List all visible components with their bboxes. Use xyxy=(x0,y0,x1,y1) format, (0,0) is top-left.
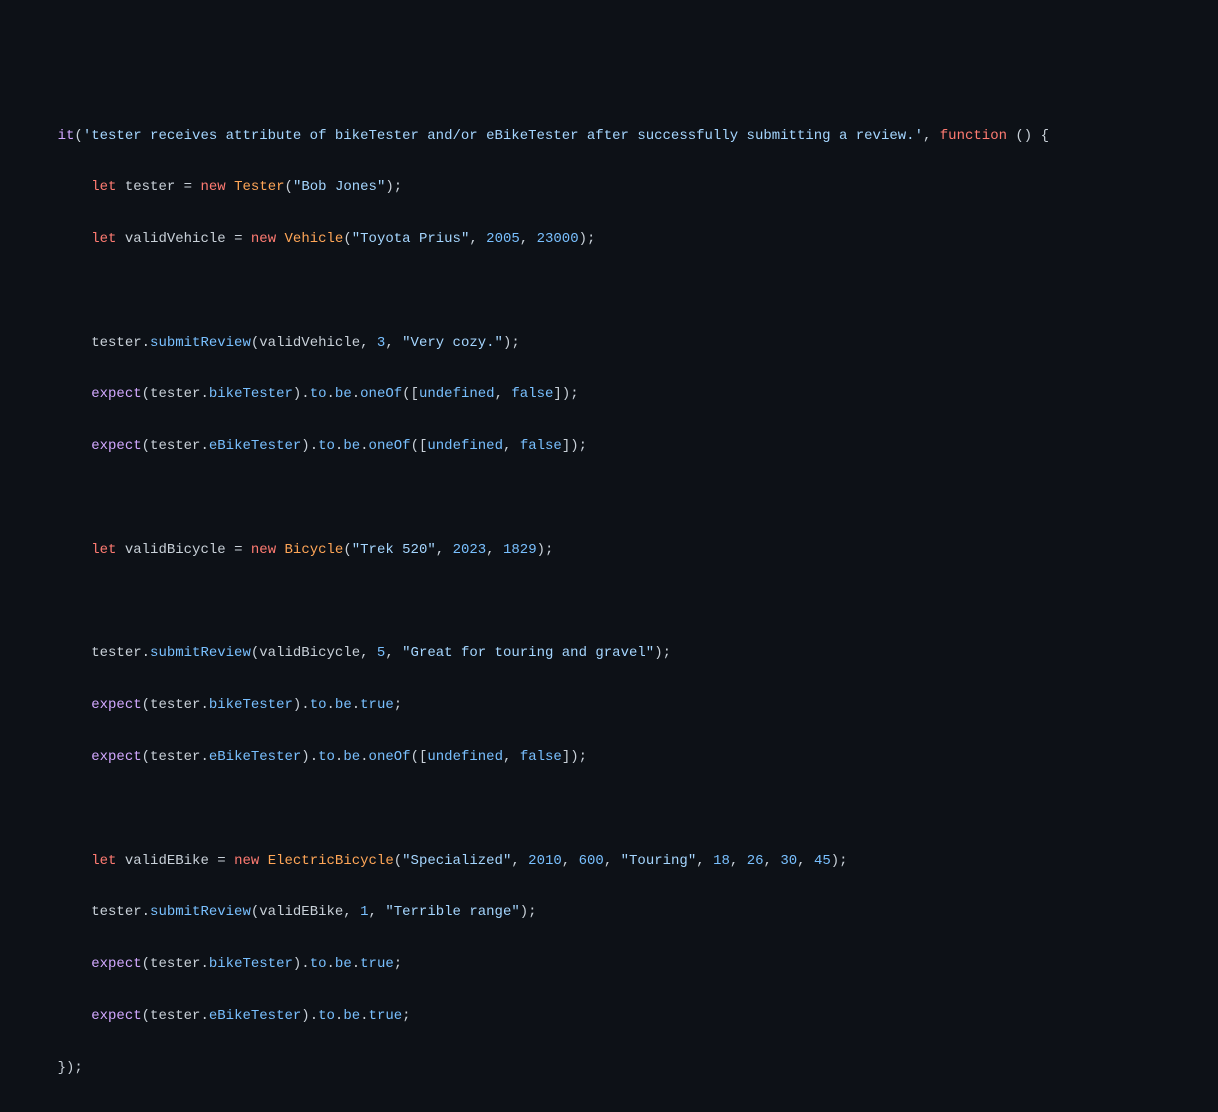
code-line: expect(tester.eBikeTester).to.be.oneOf([… xyxy=(24,745,1194,771)
code-line: let validEBike = new ElectricBicycle("Sp… xyxy=(24,849,1194,875)
code-line: let tester = new Tester("Bob Jones"); xyxy=(24,175,1194,201)
class-name: Tester xyxy=(234,179,284,195)
blank-line xyxy=(24,797,1194,823)
blank-line xyxy=(24,486,1194,512)
code-line: expect(tester.eBikeTester).to.be.true; xyxy=(24,1004,1194,1030)
code-line: }); xyxy=(24,1056,1194,1082)
keyword: let xyxy=(91,179,116,195)
code-line: expect(tester.bikeTester).to.be.true; xyxy=(24,693,1194,719)
code-line: }); xyxy=(24,1107,1194,1112)
code-line: tester.submitReview(validEBike, 1, "Terr… xyxy=(24,900,1194,926)
blank-line xyxy=(24,590,1194,616)
code-line: tester.submitReview(validVehicle, 3, "Ve… xyxy=(24,331,1194,357)
code-line: let validVehicle = new Vehicle("Toyota P… xyxy=(24,227,1194,253)
code-line: expect(tester.bikeTester).to.be.true; xyxy=(24,952,1194,978)
code-line: let validBicycle = new Bicycle("Trek 520… xyxy=(24,538,1194,564)
keyword: new xyxy=(200,179,225,195)
function-call: it xyxy=(58,128,75,144)
string-literal: 'tester receives attribute of bikeTester… xyxy=(83,128,923,144)
blank-line xyxy=(24,279,1194,305)
keyword: function xyxy=(940,128,1007,144)
code-block: it('tester receives attribute of bikeTes… xyxy=(24,124,1194,1112)
code-line: tester.submitReview(validBicycle, 5, "Gr… xyxy=(24,641,1194,667)
code-line: it('tester receives attribute of bikeTes… xyxy=(24,124,1194,150)
code-line: expect(tester.bikeTester).to.be.oneOf([u… xyxy=(24,382,1194,408)
code-line: expect(tester.eBikeTester).to.be.oneOf([… xyxy=(24,434,1194,460)
